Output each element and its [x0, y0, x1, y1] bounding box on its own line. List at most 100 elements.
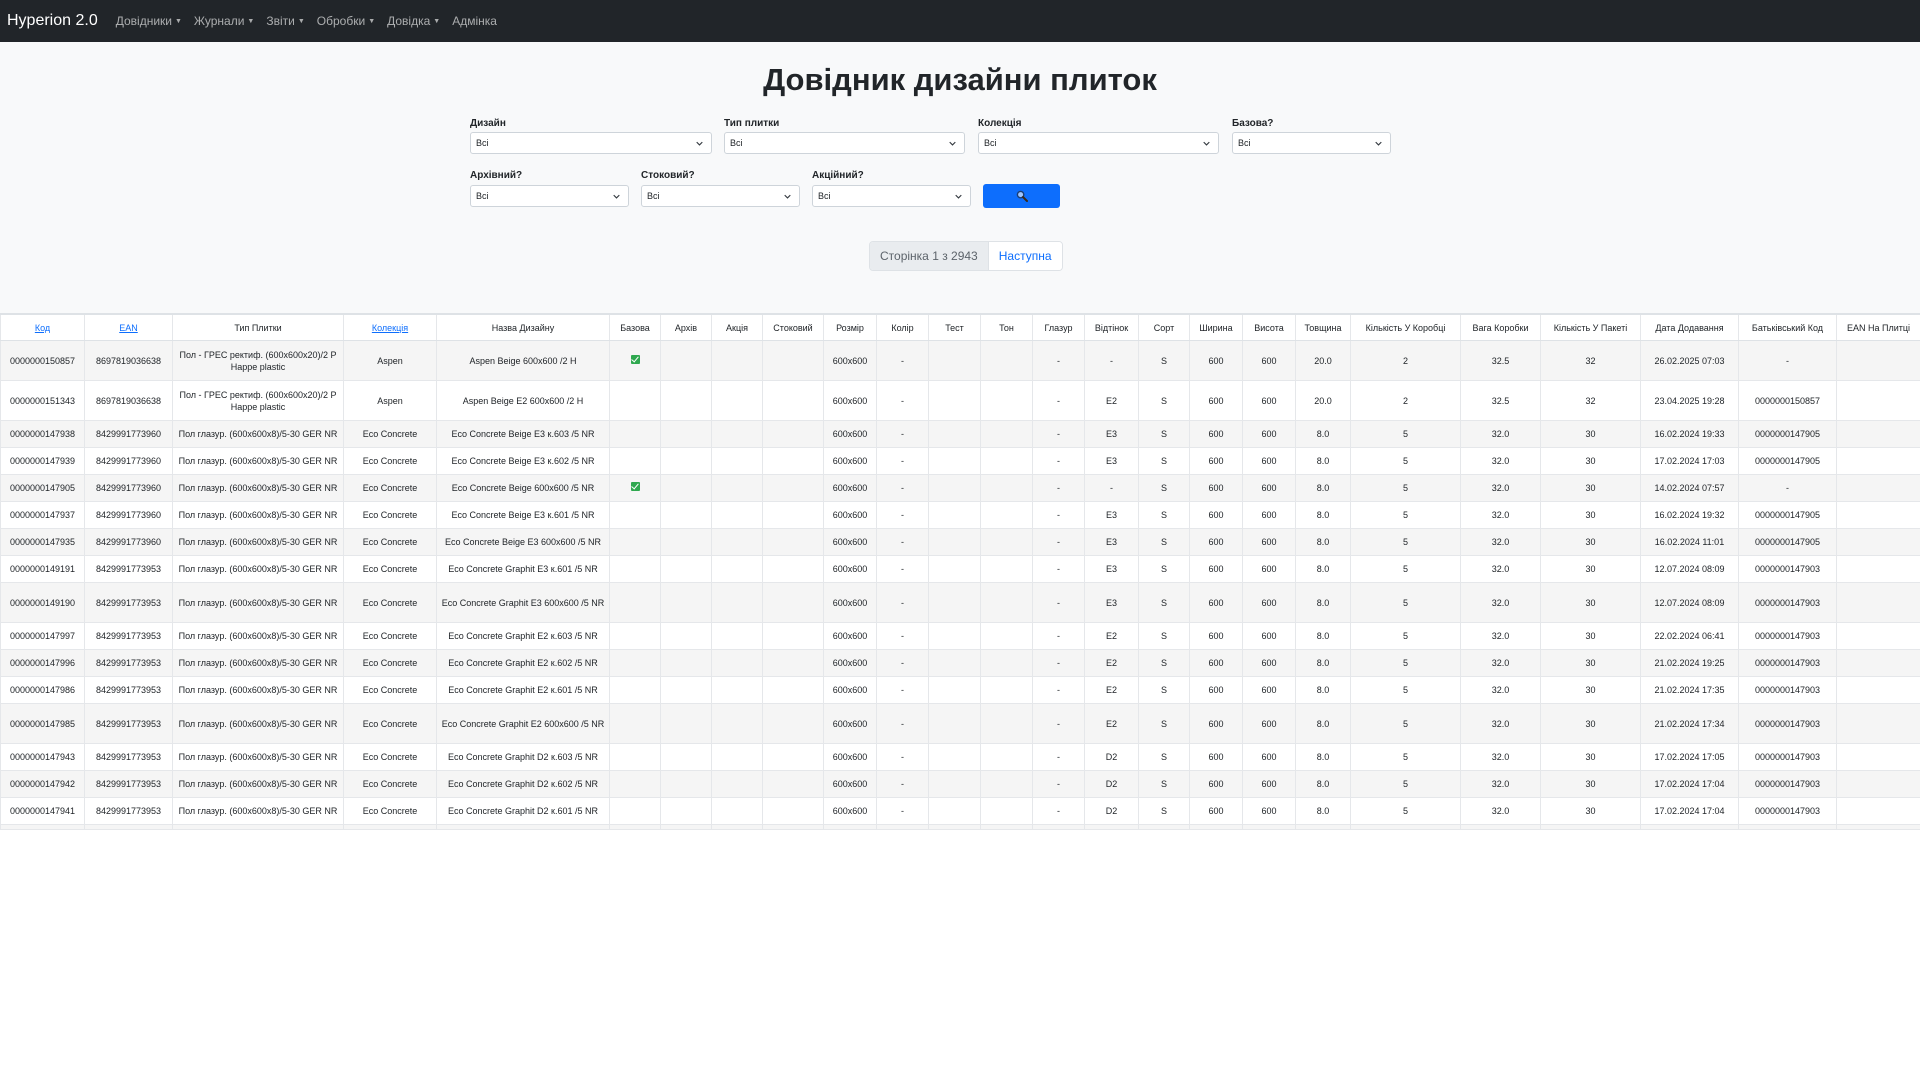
table-cell: [1836, 649, 1920, 677]
column-header[interactable]: Кількість У Пакеті: [1540, 313, 1641, 341]
table-row[interactable]: 0000000147996 8429991773953 Пол глазур. (6…: [0, 649, 1920, 677]
sort-link[interactable]: Колекція: [372, 323, 408, 333]
column-header[interactable]: EAN На Плитці: [1836, 313, 1920, 341]
table-cell: 600x600: [823, 528, 877, 556]
nav-item-adminka[interactable]: Адмінка: [452, 14, 497, 28]
table-cell: [609, 528, 661, 556]
table-cell: [711, 420, 763, 448]
table-row[interactable]: 0000000147939 8429991773960 Пол глазур. (6…: [0, 447, 1920, 475]
table-cell: [928, 474, 981, 502]
column-header[interactable]: Тип Плитки: [172, 313, 344, 341]
table-cell: 600: [1189, 582, 1243, 623]
table-cell: 8.0: [1295, 676, 1351, 704]
column-header[interactable]: Розмір: [823, 313, 877, 341]
table-cell: [711, 474, 763, 502]
table-row[interactable]: 0000000147997 8429991773953 Пол глазур. (6…: [0, 622, 1920, 650]
table-row[interactable]: 0000000147986 8429991773953 Пол глазур. (6…: [0, 676, 1920, 704]
promo-select[interactable]: Всі: [812, 185, 971, 207]
table-row[interactable]: 0000000149191 8429991773953 Пол глазур. (6…: [0, 555, 1920, 583]
column-header[interactable]: Вага Коробки: [1460, 313, 1541, 341]
table-row[interactable]: 0000000149190 8429991773953 Пол глазур. (6…: [0, 582, 1920, 623]
table-cell: [1836, 447, 1920, 475]
table-cell: [609, 474, 661, 502]
column-header[interactable]: Тест: [928, 313, 981, 341]
table-cell: 0000000149190: [0, 582, 85, 623]
base-select[interactable]: Всі: [1232, 132, 1391, 154]
table-cell: [980, 501, 1033, 529]
design-select[interactable]: Всі: [470, 132, 712, 154]
nav-item-zhurnaly[interactable]: Журнали ▼: [194, 14, 254, 28]
table-cell: [711, 676, 763, 704]
table-row[interactable]: 0000000147938 8429991773960 Пол глазур. (6…: [0, 420, 1920, 448]
collection-select[interactable]: Всі: [978, 132, 1219, 154]
next-page-button[interactable]: Наступна: [987, 242, 1062, 270]
table-cell: [980, 582, 1033, 623]
table-row[interactable]: 0000000147937 8429991773960 Пол глазур. (6…: [0, 501, 1920, 529]
table-cell: 23.04.2025 19:28: [1640, 380, 1739, 421]
column-header[interactable]: Товщина: [1295, 313, 1351, 341]
table-cell: 600: [1189, 743, 1243, 771]
table-cell: [1242, 824, 1296, 830]
table-cell: 32.0: [1460, 676, 1541, 704]
search-button[interactable]: [983, 184, 1060, 208]
column-header[interactable]: Архів: [660, 313, 712, 341]
table-cell: [1836, 622, 1920, 650]
table-cell: Eco Concrete: [343, 420, 437, 448]
table-cell: 0000000147903: [1738, 797, 1837, 825]
brand-logo[interactable]: Hyperion 2.0: [7, 12, 98, 30]
table-cell: [762, 824, 824, 830]
column-header[interactable]: Назва Дизайну: [436, 313, 610, 341]
column-header[interactable]: Акція: [711, 313, 763, 341]
nav-item-dovidka[interactable]: Довідка ▼: [387, 14, 440, 28]
column-header[interactable]: Стоковий: [762, 313, 824, 341]
sort-link[interactable]: Код: [35, 323, 50, 333]
table-row[interactable]: 0000000147905 8429991773960 Пол глазур. (6…: [0, 474, 1920, 502]
table-cell: [980, 528, 1033, 556]
nav-item-dovidnyky[interactable]: Довідники ▼: [116, 14, 182, 28]
column-header[interactable]: Тон: [980, 313, 1033, 341]
table-cell: [762, 340, 824, 381]
table-row[interactable]: 0000000151343 8697819036638 Пол - ГРЕС рек…: [0, 380, 1920, 421]
table-row[interactable]: 0000000150857 8697819036638 Пол - ГРЕС рек…: [0, 340, 1920, 381]
column-header[interactable]: Ширина: [1189, 313, 1243, 341]
table-cell: 32.0: [1460, 770, 1541, 798]
column-header[interactable]: Базова: [609, 313, 661, 341]
table-cell: -: [1032, 582, 1085, 623]
table-cell: -: [1032, 555, 1085, 583]
table-row[interactable]: 0000000147942 8429991773953 Пол глазур. (6…: [0, 770, 1920, 798]
tile-type-select[interactable]: Всі: [724, 132, 965, 154]
table-cell: 600x600: [823, 797, 877, 825]
column-header[interactable]: Висота: [1242, 313, 1296, 341]
table-row[interactable]: 0000000147941 8429991773953 Пол глазур. (6…: [0, 797, 1920, 825]
table-cell: Eco Concrete: [343, 743, 437, 771]
table-row[interactable]: 0000000147935 8429991773960 Пол глазур. (6…: [0, 528, 1920, 556]
archive-select[interactable]: Всі: [470, 185, 629, 207]
table-cell: [609, 824, 661, 830]
caret-down-icon: ▼: [247, 17, 255, 25]
table-row[interactable]: 0000000147943 8429991773953 Пол глазур. (6…: [0, 743, 1920, 771]
table-cell: [660, 703, 712, 744]
column-header[interactable]: Дата Додавання: [1640, 313, 1739, 341]
sort-link[interactable]: EAN: [119, 323, 138, 333]
nav-item-zvity[interactable]: Звіти ▼: [266, 14, 304, 28]
table-row[interactable]: 0000000147985 8429991773953 Пол глазур. (6…: [0, 703, 1920, 744]
stock-select[interactable]: Всі: [641, 185, 800, 207]
table-cell: 16.02.2024 19:32: [1640, 501, 1739, 529]
column-header[interactable]: Глазур: [1032, 313, 1085, 341]
table-cell: 8.0: [1295, 447, 1351, 475]
nav-item-obrobky[interactable]: Обробки ▼: [317, 14, 375, 28]
table-cell: 30: [1540, 420, 1641, 448]
column-header[interactable]: Кількість У Коробці: [1350, 313, 1461, 341]
table-cell: 0000000147903: [1738, 649, 1837, 677]
table-cell: Eco Concrete Beige 600x600 /5 NR: [436, 474, 610, 502]
table-cell: 600x600: [823, 743, 877, 771]
column-header[interactable]: Колір: [876, 313, 929, 341]
column-header[interactable]: Сорт: [1138, 313, 1190, 341]
column-header[interactable]: Батьківський Код: [1738, 313, 1837, 341]
table-cell: 0000000147905: [1738, 420, 1837, 448]
table-cell: 8.0: [1295, 420, 1351, 448]
table-cell: 8429991773960: [84, 501, 173, 529]
table-cell: 32.0: [1460, 528, 1541, 556]
table-cell: -: [876, 676, 929, 704]
column-header[interactable]: Відтінок: [1084, 313, 1139, 341]
